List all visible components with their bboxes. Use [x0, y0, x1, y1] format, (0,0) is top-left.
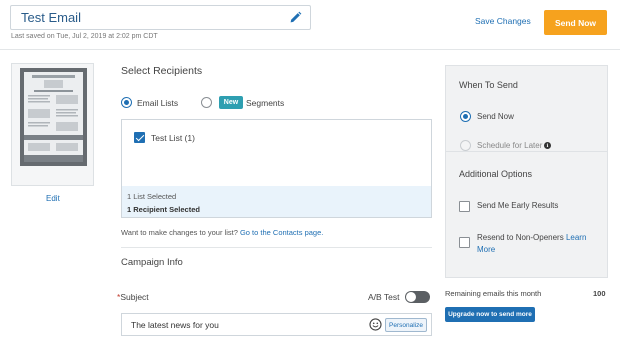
subject-input[interactable]: The latest news for you Personalize	[121, 313, 432, 336]
lists-selected-text: 1 List Selected	[127, 192, 177, 201]
additional-options-heading: Additional Options	[459, 169, 533, 179]
campaign-title-field[interactable]: Test Email	[10, 5, 311, 30]
learn-more-link[interactable]: Learn	[566, 233, 586, 242]
campaign-title-text: Test Email	[21, 10, 81, 25]
upgrade-button[interactable]: Upgrade now to send more	[445, 307, 535, 322]
list-item-label: Test List (1)	[151, 133, 195, 143]
recipients-selected-text: 1 Recipient Selected	[127, 205, 200, 214]
learn-more-link-cont[interactable]: More	[477, 245, 495, 254]
segments-label: Segments	[246, 98, 285, 108]
emoji-icon[interactable]	[369, 318, 382, 331]
campaign-info-heading: Campaign Info	[121, 257, 183, 268]
pencil-icon[interactable]	[289, 11, 302, 24]
resend-checkbox[interactable]	[459, 237, 470, 248]
early-results-checkbox[interactable]	[459, 201, 470, 212]
subject-label: Subject	[120, 292, 149, 302]
email-lists-radio[interactable]	[121, 97, 132, 108]
schedule-later-radio[interactable]	[460, 140, 471, 151]
header-divider	[0, 49, 620, 50]
last-saved-text: Last saved on Tue, Jul 2, 2019 at 2:02 p…	[11, 33, 158, 40]
personalize-button[interactable]: Personalize	[385, 318, 427, 332]
contacts-page-link[interactable]: Go to the Contacts page.	[240, 228, 323, 237]
remaining-emails-label: Remaining emails this month	[445, 289, 542, 298]
test-list-checkbox[interactable]	[134, 132, 145, 143]
section-divider	[121, 247, 432, 248]
email-preview-thumbnail[interactable]	[11, 63, 94, 186]
when-to-send-heading: When To Send	[459, 80, 518, 90]
ab-test-toggle[interactable]	[405, 291, 430, 303]
send-now-option-label: Send Now	[477, 112, 514, 121]
segments-radio[interactable]	[201, 97, 212, 108]
email-lists-label: Email Lists	[137, 98, 179, 108]
resend-label-block: Resend to Non-Openers Learn More	[477, 232, 605, 256]
send-now-button[interactable]: Send Now	[544, 10, 607, 35]
ab-test-label: A/B Test	[368, 292, 400, 302]
save-changes-link[interactable]: Save Changes	[475, 16, 531, 26]
select-recipients-heading: Select Recipients	[121, 65, 203, 77]
remaining-emails-count: 100	[593, 289, 606, 298]
email-preview-image	[20, 68, 87, 166]
info-icon[interactable]: i	[544, 142, 551, 149]
subject-label-row: *Subject	[117, 292, 149, 302]
new-badge: New	[219, 96, 243, 109]
send-now-radio[interactable]	[460, 111, 471, 122]
edit-email-link[interactable]: Edit	[46, 194, 60, 203]
resend-label: Resend to Non-Openers	[477, 233, 564, 242]
panel-divider	[446, 151, 607, 152]
contacts-help-text: Want to make changes to your list? Go to…	[121, 228, 323, 237]
contacts-help-prefix: Want to make changes to your list?	[121, 228, 238, 237]
early-results-label: Send Me Early Results	[477, 201, 559, 210]
subject-value: The latest news for you	[131, 320, 219, 330]
schedule-later-label: Schedule for Later	[477, 141, 543, 150]
